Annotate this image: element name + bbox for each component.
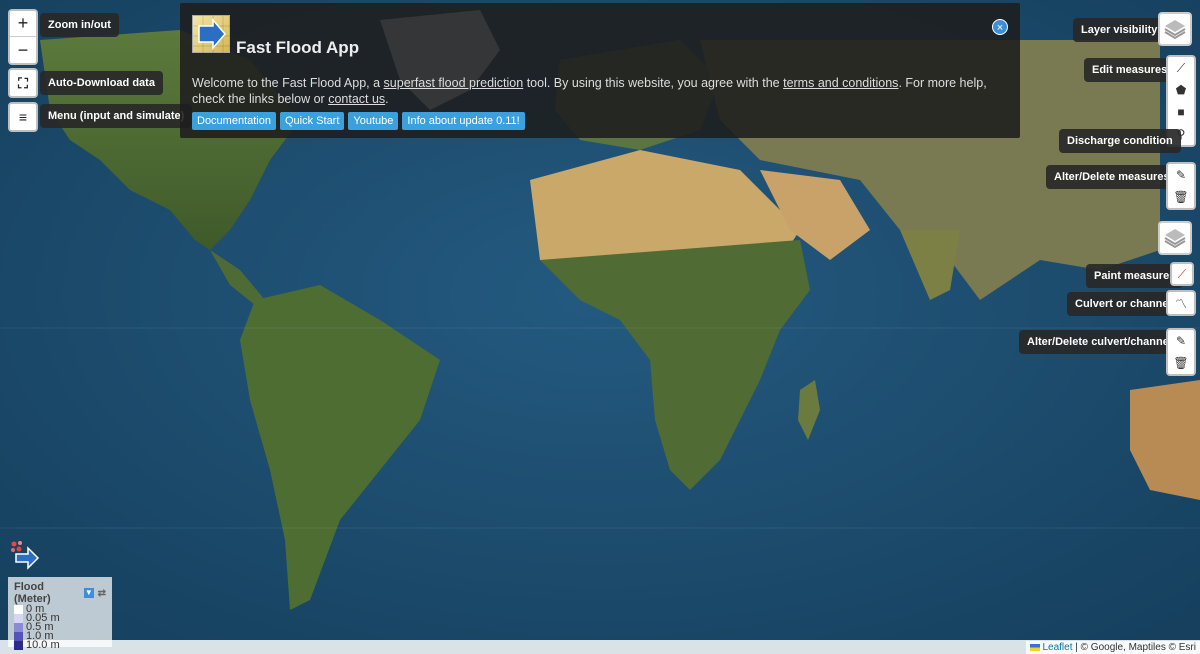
rectangle-icon: ■: [1177, 105, 1185, 119]
delete-culvert-button[interactable]: 🗑: [1168, 352, 1194, 374]
welcome-description: Welcome to the Fast Flood App, a superfa…: [192, 76, 987, 106]
paint-control: ⟋: [1170, 262, 1194, 286]
menu-control: ≡: [8, 102, 38, 132]
contact-link[interactable]: contact us: [328, 92, 385, 106]
legend-title: Flood (Meter): [14, 581, 51, 605]
brush-icon: ⟋: [1177, 266, 1187, 281]
app-logo: [192, 15, 231, 54]
swap-icon[interactable]: ⇄: [98, 588, 106, 599]
polygon-icon: ⬟: [1175, 83, 1187, 97]
close-button[interactable]: ×: [992, 19, 1008, 35]
flood-legend: Flood (Meter) ▼ ⇄ 0 m 0.05 m 0.5 m 1.0 m…: [8, 577, 112, 651]
zoom-tooltip: Zoom in/out: [40, 13, 119, 37]
auto-download-tooltip: Auto-Download data: [40, 71, 163, 95]
culvert-edit-toolbar: ✎ 🗑: [1166, 328, 1196, 376]
legend-title-row: Flood (Meter) ▼ ⇄: [14, 581, 106, 605]
culvert-control: 〽: [1166, 290, 1196, 316]
draw-rectangle-button[interactable]: ■: [1168, 101, 1194, 123]
app-title: Fast Flood App: [236, 38, 360, 57]
trash-icon: 🗑: [1173, 190, 1189, 204]
ukraine-flag-icon: [1029, 643, 1040, 651]
zoom-control: + −: [8, 9, 38, 65]
edit-icon: ✎: [1175, 334, 1187, 348]
draw-line-button[interactable]: ⟋: [1168, 57, 1194, 79]
terms-link[interactable]: terms and conditions: [783, 76, 898, 90]
culvert-channel-tooltip: Culvert or channel: [1067, 292, 1180, 316]
legend-swatch: [14, 641, 23, 650]
channel-line-icon: 〽: [1174, 296, 1187, 311]
paint-measures-button[interactable]: ⟋: [1172, 264, 1192, 284]
culvert-channel-button[interactable]: 〽: [1168, 292, 1194, 314]
superfast-flood-prediction-link[interactable]: superfast flood prediction: [384, 76, 524, 90]
leaflet-link[interactable]: Leaflet: [1042, 642, 1072, 653]
menu-tooltip: Menu (input and simulate): [40, 104, 193, 128]
fullscreen-button[interactable]: ⛶: [10, 70, 36, 96]
documentation-button[interactable]: Documentation: [192, 112, 276, 130]
quick-start-button[interactable]: Quick Start: [280, 112, 345, 130]
menu-button[interactable]: ≡: [10, 104, 36, 130]
help-buttons: Documentation Quick Start Youtube Info a…: [192, 112, 525, 130]
flood-app-logo[interactable]: [8, 538, 40, 570]
edit-measures-tooltip: Edit measures: [1084, 58, 1176, 82]
legend-dropdown-icon[interactable]: ▼: [84, 588, 94, 598]
delete-measures-button[interactable]: 🗑: [1168, 186, 1194, 208]
legend-swatch: [14, 632, 23, 641]
alter-delete-measures-tooltip: Alter/Delete measures: [1046, 165, 1178, 189]
zoom-in-button[interactable]: +: [10, 11, 36, 37]
trash-icon: 🗑: [1173, 356, 1189, 370]
auto-download-control: ⛶: [8, 68, 38, 98]
second-layer-button[interactable]: [1158, 221, 1192, 255]
layer-visibility-button[interactable]: [1158, 12, 1192, 46]
edit-icon: ✎: [1175, 168, 1187, 182]
fullscreen-icon: ⛶: [18, 74, 28, 91]
hamburger-icon: ≡: [18, 109, 28, 125]
layers-icon: [1164, 229, 1186, 249]
legend-swatch: [14, 614, 23, 623]
edit-culvert-button[interactable]: ✎: [1168, 330, 1194, 352]
alter-delete-culvert-tooltip: Alter/Delete culvert/channel: [1019, 330, 1180, 354]
discharge-condition-tooltip: Discharge condition: [1059, 129, 1181, 153]
legend-swatch: [14, 623, 23, 632]
edit-toolbar: ✎ 🗑: [1166, 162, 1196, 210]
legend-swatch: [14, 605, 23, 614]
youtube-button[interactable]: Youtube: [348, 112, 399, 130]
antarctica: [0, 640, 1200, 654]
zoom-out-button[interactable]: −: [10, 37, 36, 63]
flood-logo-icon: [11, 541, 40, 570]
legend-row: 10.0 m: [14, 640, 106, 651]
line-icon: ⟋: [1176, 60, 1186, 75]
draw-polygon-button[interactable]: ⬟: [1168, 79, 1194, 101]
layer-visibility-tooltip: Layer visibility: [1073, 18, 1166, 42]
map-attribution: Leaflet | © Google, Maptiles © Esri: [1025, 641, 1200, 654]
paint-measures-tooltip: Paint measures: [1086, 264, 1184, 288]
welcome-panel: Fast Flood App × Welcome to the Fast Flo…: [180, 3, 1020, 138]
edit-measures-button[interactable]: ✎: [1168, 164, 1194, 186]
update-info-button[interactable]: Info about update 0.11!: [402, 112, 525, 130]
layers-icon: [1164, 20, 1186, 40]
